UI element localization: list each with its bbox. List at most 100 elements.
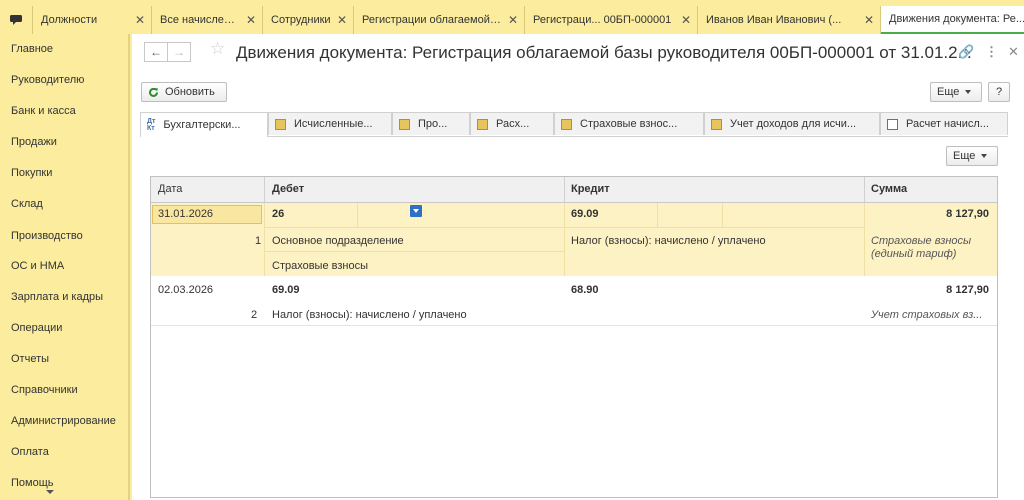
sidebar-item-sales[interactable]: Продажи: [11, 136, 57, 148]
register-icon: [399, 118, 410, 130]
debit-account: 26: [272, 208, 285, 220]
debit-subconto-1: Налог (взносы): начислено / уплачено: [272, 309, 467, 321]
debit-subconto-2: Страховые взносы: [272, 260, 368, 272]
row-sum: 8 127,90: [946, 284, 989, 296]
sidebar-item-main[interactable]: Главное: [11, 43, 53, 55]
main-menu-button[interactable]: [0, 6, 33, 34]
sidebar-item-production[interactable]: Производство: [11, 230, 83, 242]
sidebar-item-salary[interactable]: Зарплата и кадры: [11, 291, 103, 303]
dropdown-button[interactable]: [410, 205, 422, 217]
col-separator: [264, 203, 265, 276]
forward-button[interactable]: →: [168, 42, 191, 62]
tab-all-accruals[interactable]: Все начисления ✕: [152, 6, 263, 34]
register-icon: [275, 118, 286, 130]
tab-other[interactable]: Про...: [392, 112, 470, 135]
tab-registration-doc[interactable]: Регистраци... 00БП-000001 ✕: [525, 6, 698, 34]
debit-account: 69.09: [272, 284, 300, 296]
sidebar-divider: [128, 34, 130, 500]
chevron-down-icon: [413, 209, 419, 213]
col-separator: [264, 177, 265, 202]
credit-account: 69.09: [571, 208, 599, 220]
table-more-button[interactable]: Еще: [946, 146, 998, 166]
arrow-left-icon: ←: [150, 45, 162, 59]
nav-buttons: ← →: [144, 42, 191, 62]
tab-positions[interactable]: Должности ✕: [33, 6, 152, 34]
tab-calculated[interactable]: Исчисленные...: [268, 112, 392, 135]
tab-income-accounting[interactable]: Учет доходов для исчи...: [704, 112, 880, 135]
sidebar-item-bank[interactable]: Банк и касса: [11, 105, 76, 117]
speech-bubble-icon: [10, 15, 22, 25]
row-content: Страховые взносы (единый тариф): [871, 235, 972, 260]
grid-icon: [887, 118, 898, 130]
close-icon[interactable]: ✕: [681, 13, 691, 27]
sidebar-item-manager[interactable]: Руководителю: [11, 74, 84, 86]
close-icon[interactable]: ✕: [135, 13, 145, 27]
close-icon[interactable]: ✕: [337, 13, 347, 27]
window-tabs: Должности ✕ Все начисления ✕ Сотрудники ✕ Р…: [0, 6, 1024, 34]
help-button[interactable]: ?: [988, 82, 1010, 102]
register-icon: [711, 118, 722, 130]
tab-ivanov[interactable]: Иванов Иван Иванович (... ✕: [698, 6, 881, 34]
favorite-star-icon[interactable]: ☆: [210, 39, 225, 59]
sidebar-item-catalogs[interactable]: Справочники: [11, 384, 78, 396]
col-separator: [864, 177, 865, 202]
table-row[interactable]: 31.01.2026 1 26 Основное подразделение С…: [151, 203, 997, 276]
refresh-button[interactable]: Обновить: [141, 82, 227, 102]
refresh-icon: [149, 87, 158, 97]
row-separator: [264, 251, 564, 252]
col-separator: [564, 203, 565, 276]
tab-document-movements[interactable]: Движения документа: Ре...✕: [881, 6, 1024, 34]
sidebar-item-purchases[interactable]: Покупки: [11, 167, 52, 179]
col-separator: [657, 203, 658, 227]
document-movements-window: ← → ☆ Движения документа: Регистрация об…: [132, 34, 1024, 500]
tab-accounting[interactable]: Дт Кт Бухгалтерски...: [140, 112, 268, 137]
close-window-icon[interactable]: ✕: [1008, 44, 1019, 60]
row-date: 31.01.2026: [158, 208, 214, 220]
more-actions-icon[interactable]: ⋮: [985, 44, 998, 60]
sidebar-item-operations[interactable]: Операции: [11, 322, 62, 334]
close-icon[interactable]: ✕: [508, 13, 518, 27]
tab-accrual-calculation[interactable]: Расчет начисл...: [880, 112, 1008, 135]
row-number: 1: [255, 235, 262, 247]
sidebar: Главное Руководителю Банк и касса Продаж…: [0, 34, 130, 500]
register-icon: [477, 118, 488, 130]
tab-tax-base-registrations[interactable]: Регистрации облагаемой ... ✕: [354, 6, 525, 34]
sidebar-item-administration[interactable]: Администрирование: [11, 415, 116, 427]
close-icon[interactable]: ✕: [864, 13, 874, 27]
tab-employees[interactable]: Сотрудники ✕: [263, 6, 354, 34]
row-number: 2: [251, 309, 258, 321]
link-icon[interactable]: 🔗: [958, 44, 974, 60]
tab-expenses[interactable]: Расх...: [470, 112, 554, 135]
close-icon[interactable]: ✕: [246, 13, 256, 27]
dt-kt-icon: Дт Кт: [147, 118, 156, 132]
register-icon: [561, 118, 572, 130]
sidebar-item-payment[interactable]: Оплата: [11, 446, 49, 458]
movements-table: Дата Дебет Кредит Сумма 31.01.2026 1 26 …: [150, 176, 998, 498]
scroll-down-icon[interactable]: [46, 490, 54, 494]
row-date: 02.03.2026: [158, 284, 214, 296]
credit-subconto-1: Налог (взносы): начислено / уплачено: [571, 235, 766, 247]
window-header: ← → ☆ Движения документа: Регистрация об…: [132, 34, 1024, 72]
page-title: Движения документа: Регистрация облагаем…: [236, 43, 972, 62]
col-separator: [722, 203, 723, 227]
col-date[interactable]: Дата: [158, 183, 182, 195]
table-row[interactable]: 02.03.2026 2 69.09 Налог (взносы): начис…: [151, 277, 997, 326]
credit-account: 68.90: [571, 284, 599, 296]
sidebar-item-assets[interactable]: ОС и НМА: [11, 260, 64, 272]
top-tab-bar: Должности ✕ Все начисления ✕ Сотрудники ✕ Р…: [0, 0, 1024, 38]
col-sum[interactable]: Сумма: [871, 183, 907, 195]
sidebar-item-warehouse[interactable]: Склад: [11, 198, 43, 210]
sidebar-item-reports[interactable]: Отчеты: [11, 353, 49, 365]
more-button[interactable]: Еще: [930, 82, 982, 102]
row-content: Учет страховых вз...: [871, 309, 983, 321]
col-credit[interactable]: Кредит: [571, 183, 610, 195]
arrow-right-icon: →: [173, 45, 185, 59]
tab-insurance[interactable]: Страховые взнос...: [554, 112, 704, 135]
col-separator: [357, 203, 358, 227]
register-tabs: Дт Кт Бухгалтерски... Исчисленные... Про.…: [140, 112, 1008, 137]
sidebar-item-help[interactable]: Помощь: [11, 477, 54, 489]
row-sum: 8 127,90: [946, 208, 989, 220]
col-debit[interactable]: Дебет: [272, 183, 304, 195]
chevron-down-icon: [981, 154, 988, 158]
back-button[interactable]: ←: [144, 42, 168, 62]
